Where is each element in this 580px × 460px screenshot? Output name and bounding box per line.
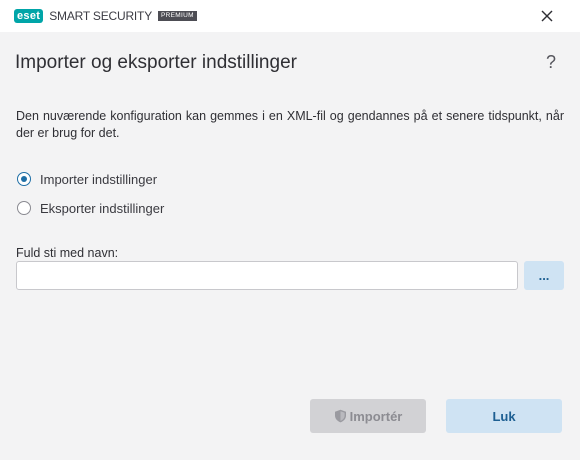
- import-radio-label: Importer indstillinger: [40, 171, 158, 187]
- import-button: Importér: [310, 399, 426, 433]
- export-radio[interactable]: [17, 201, 31, 215]
- close-icon: [541, 10, 553, 22]
- close-button[interactable]: Luk: [446, 399, 562, 433]
- help-icon[interactable]: ?: [540, 51, 562, 73]
- product-branding: eset SMART SECURITY PREMIUM: [14, 9, 197, 23]
- export-radio-label: Eksporter indstillinger: [40, 200, 165, 216]
- window-close-button[interactable]: [532, 4, 562, 28]
- import-radio[interactable]: [17, 172, 31, 186]
- shield-icon: [334, 409, 347, 423]
- path-field-label: Fuld sti med navn:: [16, 246, 119, 260]
- page-title: Importer og eksporter indstillinger: [15, 52, 297, 73]
- path-input[interactable]: [16, 261, 518, 290]
- description-text: Den nuværende konfiguration kan gemmes i…: [16, 109, 564, 140]
- edition-badge: PREMIUM: [158, 11, 197, 21]
- eset-logo: eset: [14, 9, 44, 23]
- import-settings-option[interactable]: Importer indstillinger: [17, 170, 157, 188]
- product-name: SMART SECURITY: [49, 9, 152, 23]
- title-bar: eset SMART SECURITY PREMIUM: [0, 0, 580, 32]
- browse-button[interactable]: ...: [524, 261, 564, 290]
- import-button-label: Importér: [349, 408, 403, 424]
- export-settings-option[interactable]: Eksporter indstillinger: [17, 199, 164, 217]
